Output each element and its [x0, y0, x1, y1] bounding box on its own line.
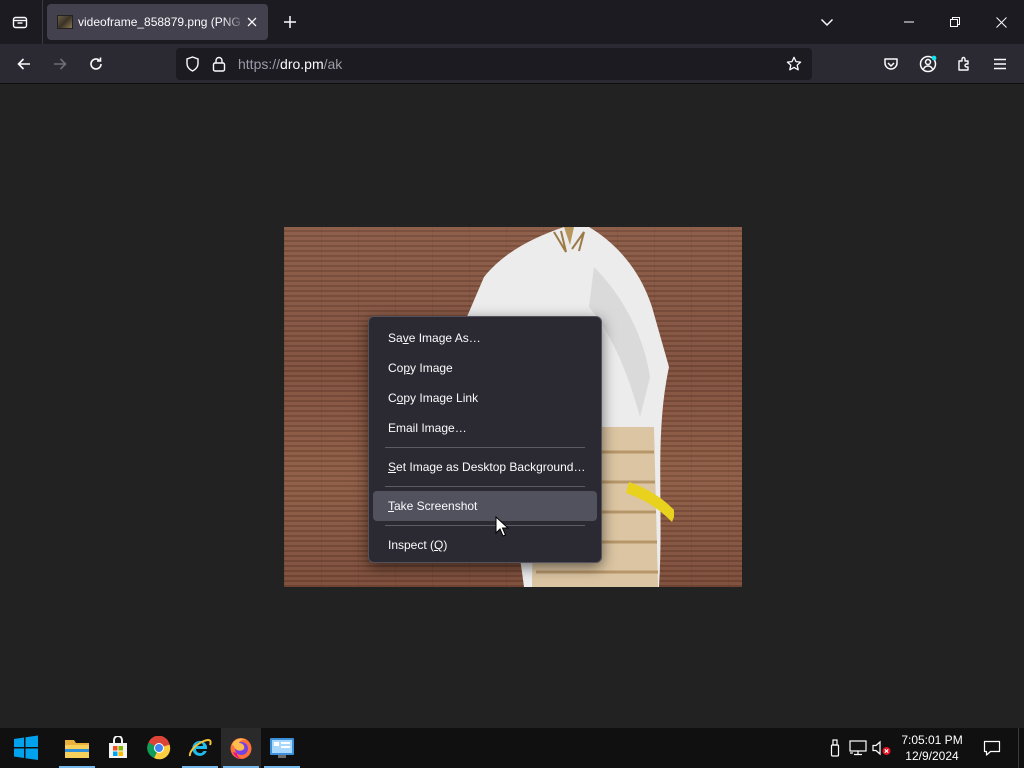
menu-item-text: ) [443, 538, 448, 552]
tab-strip: videoframe_858879.png (PNG Image, 458 × … [0, 0, 1024, 44]
account-button[interactable] [912, 48, 944, 80]
tray-usb[interactable] [825, 738, 845, 758]
minimize-button[interactable] [886, 0, 932, 44]
account-icon [919, 55, 937, 73]
restore-icon [950, 17, 960, 27]
site-info-button[interactable] [211, 56, 227, 72]
menu-item-text: Co [388, 361, 404, 375]
clock-date: 12/9/2024 [905, 749, 959, 763]
shield-icon [185, 56, 199, 72]
tab-close-button[interactable] [244, 14, 260, 30]
menu-item-inspect[interactable]: Inspect (Q) [373, 530, 597, 560]
chrome-icon [147, 736, 171, 760]
menu-item-copy-image[interactable]: Copy Image [373, 353, 597, 383]
notification-icon [983, 740, 1001, 756]
menu-item-text: Email Image… [388, 421, 467, 435]
clock-time: 7:05:01 PM [901, 733, 963, 747]
file-explorer-icon [65, 740, 89, 758]
tab-separator [42, 0, 43, 44]
tab-list-icon [12, 16, 28, 29]
menu-item-text: C [388, 391, 397, 405]
menu-item-accesskey: S [388, 460, 397, 474]
back-button[interactable] [8, 48, 40, 80]
back-icon [17, 58, 30, 70]
pocket-icon [884, 58, 898, 70]
new-tab-button[interactable] [276, 8, 304, 36]
menu-separator [385, 525, 585, 526]
tab-title: videoframe_858879.png (PNG Image, 458 × … [78, 15, 246, 29]
forward-icon [54, 58, 67, 70]
action-center-button[interactable] [978, 728, 1006, 768]
plus-icon [284, 16, 296, 28]
menu-item-text: y Image [410, 361, 453, 375]
mouse-cursor-icon [495, 516, 509, 537]
menu-item-copy-image-link[interactable]: Copy Image Link [373, 383, 597, 413]
tab-favicon-icon [57, 15, 73, 29]
menu-item-text: et Image as Desktop Background… [396, 460, 586, 474]
ie-icon [188, 739, 212, 757]
windows-taskbar: 7:05:01 PM 12/9/2024 [0, 728, 1024, 768]
system-clock[interactable]: 7:05:01 PM 12/9/2024 [896, 732, 968, 764]
minimize-icon [904, 21, 914, 23]
windows-icon [14, 735, 38, 760]
menu-item-take-screenshot[interactable]: Take Screenshot [373, 491, 597, 521]
menu-item-set-desktop-background[interactable]: Set Image as Desktop Background… [373, 452, 597, 482]
tracking-protection-button[interactable] [184, 56, 200, 72]
app-menu-button[interactable] [984, 48, 1016, 80]
control-panel-icon [270, 738, 294, 758]
pocket-button[interactable] [875, 48, 907, 80]
taskbar-internet-explorer[interactable] [180, 728, 220, 768]
image-context-menu: Save Image As… Copy Image Copy Image Lin… [368, 316, 602, 563]
reload-icon [90, 57, 102, 70]
close-window-button[interactable] [978, 0, 1024, 44]
url-bar[interactable]: https://dro.pm/ak [176, 48, 812, 80]
taskbar-control-panel[interactable] [262, 728, 302, 768]
list-all-tabs-button[interactable] [804, 0, 850, 44]
taskbar-store[interactable] [98, 728, 138, 768]
store-icon [109, 736, 127, 758]
menu-item-save-image-as[interactable]: Save Image As… [373, 323, 597, 353]
menu-item-email-image[interactable]: Email Image… [373, 413, 597, 443]
start-button[interactable] [6, 728, 46, 768]
show-desktop-button[interactable] [1018, 728, 1024, 768]
firefox-icon [230, 738, 252, 759]
taskbar-firefox[interactable] [221, 728, 261, 768]
extensions-icon [958, 56, 969, 71]
bookmark-button[interactable] [786, 56, 802, 72]
tray-volume[interactable] [872, 738, 892, 758]
taskbar-file-explorer[interactable] [57, 728, 97, 768]
url-scheme: https:// [238, 56, 281, 72]
forward-button[interactable] [44, 48, 76, 80]
url-text[interactable]: https://dro.pm/ak [238, 56, 342, 72]
menu-separator [385, 447, 585, 448]
url-host: dro.pm [280, 56, 324, 72]
menu-item-text: ake Screenshot [394, 499, 478, 513]
chevron-down-icon [820, 18, 834, 27]
menu-item-accesskey: Q [434, 538, 444, 552]
star-icon [786, 56, 802, 71]
tab-list-button[interactable] [6, 8, 34, 36]
lock-icon [212, 56, 226, 72]
extensions-button[interactable] [948, 48, 980, 80]
menu-icon [994, 58, 1006, 70]
tray-network[interactable] [848, 738, 868, 758]
usb-icon [830, 739, 840, 757]
close-icon [995, 16, 1007, 28]
close-icon [247, 17, 257, 27]
tab-active[interactable]: videoframe_858879.png (PNG Image, 458 × … [47, 4, 268, 40]
reload-button[interactable] [80, 48, 112, 80]
navigation-toolbar: https://dro.pm/ak [0, 44, 1024, 84]
menu-item-text: Inspect ( [388, 538, 435, 552]
menu-item-text: e Image As… [408, 331, 481, 345]
network-icon [849, 740, 867, 756]
menu-item-text: Sa [388, 331, 403, 345]
taskbar-chrome[interactable] [139, 728, 179, 768]
url-path: /ak [323, 56, 343, 72]
restore-button[interactable] [932, 0, 978, 44]
menu-separator [385, 486, 585, 487]
menu-item-text: py Image Link [403, 391, 479, 405]
volume-muted-icon [872, 740, 891, 756]
